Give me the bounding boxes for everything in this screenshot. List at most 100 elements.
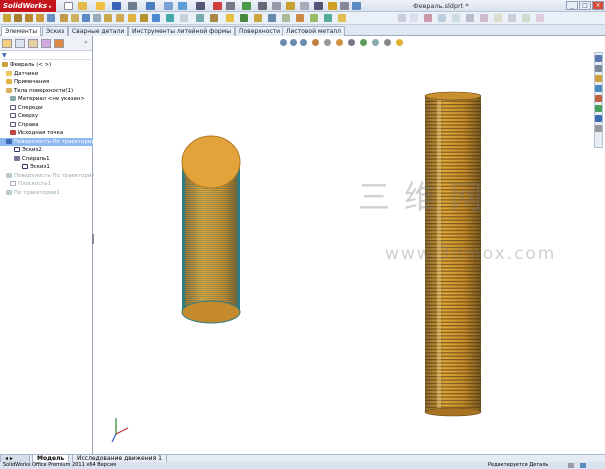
tree-item-sweep-suppressed[interactable]: Поверхность-По траектории (0, 172, 95, 181)
open-folder-icon[interactable] (78, 2, 87, 10)
tab-surfaces[interactable]: Поверхности (235, 26, 285, 36)
traffic-light-icon[interactable] (213, 2, 222, 10)
toolbar-icon-s[interactable] (522, 14, 530, 22)
tool-icon[interactable] (286, 2, 295, 10)
revolve-cut-icon[interactable] (71, 14, 79, 22)
shell-icon[interactable] (128, 14, 136, 22)
display-manager-tab-icon[interactable] (54, 39, 64, 48)
toolbar-icon-q[interactable] (494, 14, 502, 22)
revolve-icon[interactable] (14, 14, 22, 22)
select-icon[interactable] (164, 2, 173, 10)
tree-item-front-plane[interactable]: Спереди (0, 104, 93, 113)
status-icon[interactable] (568, 463, 574, 468)
new-document-icon[interactable] (64, 2, 73, 10)
feature-icon-a[interactable] (226, 14, 234, 22)
swept-surface-model[interactable] (181, 135, 241, 324)
tab-sketch[interactable]: Эскиз (42, 26, 69, 36)
curves-icon[interactable] (196, 14, 204, 22)
toolbar-icon-p[interactable] (480, 14, 488, 22)
tree-item-helix1[interactable]: Спираль1 (0, 155, 93, 164)
close-button[interactable]: × (592, 1, 604, 10)
chevron-right-icon[interactable]: » (84, 39, 88, 46)
view-palette-icon[interactable] (595, 95, 602, 102)
rebuild-icon[interactable] (178, 2, 187, 10)
cut-icon[interactable] (60, 14, 68, 22)
tree-item-annotations[interactable]: Примечания (0, 78, 93, 87)
dropdown-icon[interactable] (314, 2, 323, 10)
view-icon[interactable] (352, 2, 361, 10)
dimxpert-tab-icon[interactable] (41, 39, 51, 48)
measure-icon[interactable] (226, 2, 235, 10)
resources-icon[interactable] (595, 55, 602, 62)
reference-geometry-icon[interactable] (180, 14, 188, 22)
tree-item-surface-bodies[interactable]: Тела поверхности(1) (0, 87, 93, 96)
toolbar-icon-o[interactable] (466, 14, 474, 22)
loft-icon[interactable] (36, 14, 44, 22)
dome-icon[interactable] (152, 14, 160, 22)
feature-icon-i[interactable] (338, 14, 346, 22)
boundary-icon[interactable] (47, 14, 55, 22)
grid-icon[interactable] (272, 2, 281, 10)
toolbar-icon-t[interactable] (536, 14, 544, 22)
pattern-icon[interactable] (93, 14, 101, 22)
maximize-button[interactable]: □ (579, 1, 591, 10)
toolbar-icon-n[interactable] (452, 14, 460, 22)
rib-icon[interactable] (104, 14, 112, 22)
tab-mold-tools[interactable]: Инструменты литейной формы (128, 26, 235, 36)
toolbar-icon-m[interactable] (438, 14, 446, 22)
feature-tree-tab-icon[interactable] (2, 39, 12, 48)
design-library-icon[interactable] (595, 65, 602, 72)
toolbar-icon-l[interactable] (424, 14, 432, 22)
mirror-icon[interactable] (166, 14, 174, 22)
tree-item-sweep1[interactable]: По траектории1 (0, 189, 93, 198)
tree-item-origin[interactable]: Исходная точка (0, 129, 93, 138)
property-manager-tab-icon[interactable] (15, 39, 25, 48)
print-icon[interactable] (128, 2, 137, 10)
toolbar-icon-r[interactable] (508, 14, 516, 22)
check-icon[interactable] (242, 2, 251, 10)
solidworks-logo[interactable]: SolidWorks ▸ (0, 0, 56, 12)
extrude-icon[interactable] (3, 14, 11, 22)
tree-item-right-plane[interactable]: Справа (0, 121, 93, 130)
toolbar-icon-j[interactable] (398, 14, 406, 22)
sweep-icon[interactable] (25, 14, 33, 22)
feature-icon-h[interactable] (324, 14, 332, 22)
wrap-icon[interactable] (140, 14, 148, 22)
feature-icon-c[interactable] (254, 14, 262, 22)
toolbar-icon-k[interactable] (410, 14, 418, 22)
draft-icon[interactable] (116, 14, 124, 22)
feature-icon-b[interactable] (240, 14, 248, 22)
expand-icon[interactable] (340, 2, 349, 10)
save-icon[interactable] (112, 2, 121, 10)
tab-weldments[interactable]: Сварные детали (68, 26, 129, 36)
open-arrow-icon[interactable] (96, 2, 105, 10)
tree-item-sketch2[interactable]: Эскиз2 (0, 146, 93, 155)
tree-item-plane1[interactable]: Плоскость1 (0, 180, 93, 189)
feature-icon-g[interactable] (310, 14, 318, 22)
forum-icon[interactable] (595, 125, 602, 132)
tree-item-material[interactable]: Материал <не указан> (0, 95, 93, 104)
tree-item-top-plane[interactable]: Сверху (0, 112, 93, 121)
tab-sheet-metal[interactable]: Листовой металл (282, 26, 345, 36)
undo-icon[interactable] (146, 2, 155, 10)
sketch-tool-icon[interactable] (328, 2, 337, 10)
search-icon[interactable] (595, 85, 602, 92)
feature-icon-d[interactable] (268, 14, 276, 22)
configuration-tab-icon[interactable] (28, 39, 38, 48)
tree-item-part[interactable]: Февраль (< >) (0, 61, 93, 70)
tree-item-sensors[interactable]: Датчики (0, 70, 93, 79)
help-icon[interactable] (580, 463, 586, 468)
tree-item-sweep-selected[interactable]: Поверхность-По траектории (0, 137, 95, 146)
custom-properties-icon[interactable] (595, 115, 602, 122)
feature-icon-f[interactable] (296, 14, 304, 22)
options-icon[interactable] (196, 2, 205, 10)
tools-icon[interactable] (300, 2, 309, 10)
feature-icon-e[interactable] (282, 14, 290, 22)
instant3d-icon[interactable] (210, 14, 218, 22)
appearances-icon[interactable] (595, 105, 602, 112)
fillet-icon[interactable] (82, 14, 90, 22)
minimize-button[interactable]: _ (566, 1, 578, 10)
tree-item-sketch1[interactable]: Эскиз1 (0, 163, 93, 172)
tree-filter[interactable]: ▼ (2, 52, 91, 60)
file-explorer-icon[interactable] (595, 75, 602, 82)
